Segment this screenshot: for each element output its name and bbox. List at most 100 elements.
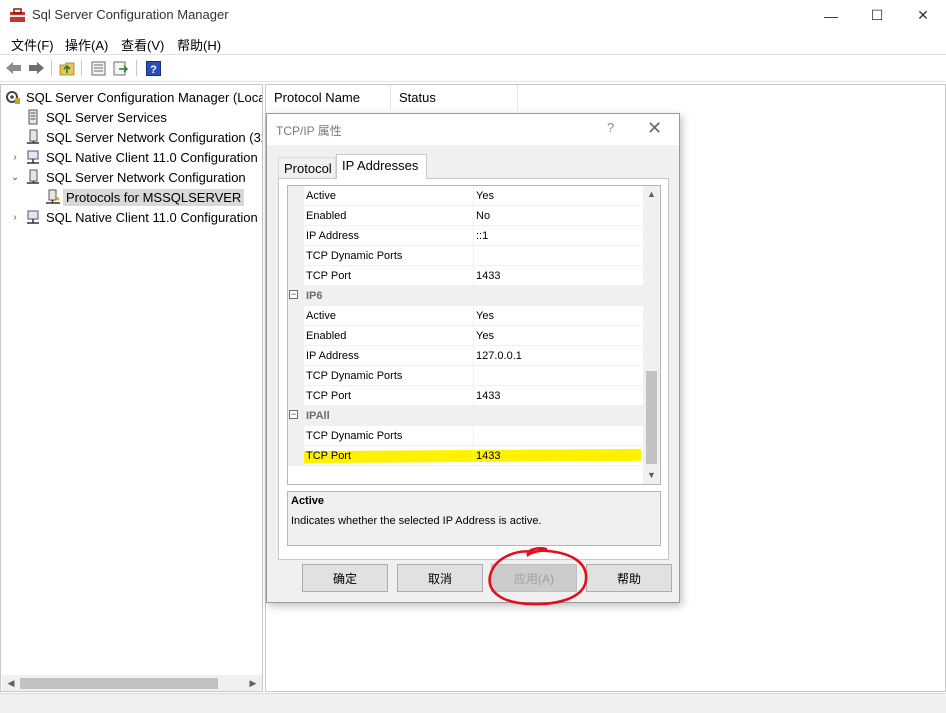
dialog-help-icon[interactable]: ?: [607, 120, 614, 135]
property-value[interactable]: Yes: [474, 186, 644, 206]
ip-addresses-panel: Active Yes Enabled No IP Address::1 TCP Dynam…: [278, 178, 669, 560]
scroll-up-icon[interactable]: ▲: [645, 187, 658, 201]
property-name: TCP Dynamic Ports: [304, 246, 474, 266]
property-value[interactable]: [474, 246, 644, 266]
maximize-button[interactable]: ☐: [854, 0, 900, 31]
ok-button[interactable]: 确定: [302, 564, 388, 592]
toolbar-separator: [51, 60, 52, 76]
help-icon[interactable]: ?: [144, 59, 162, 77]
property-category[interactable]: − IP6: [288, 286, 644, 306]
property-row[interactable]: Active Yes: [288, 306, 644, 326]
property-category[interactable]: − IPAll: [288, 406, 644, 426]
property-grid-scrollbar[interactable]: ▲ ▼: [643, 186, 660, 484]
property-name: TCP Dynamic Ports: [304, 426, 474, 446]
property-value[interactable]: Yes: [474, 326, 644, 346]
property-grid[interactable]: Active Yes Enabled No IP Address::1 TCP Dynam…: [287, 185, 661, 485]
property-value[interactable]: [474, 426, 644, 446]
tree-item-services[interactable]: SQL Server Services: [25, 107, 167, 127]
tree-item-native-client-1[interactable]: › SQL Native Client 11.0 Configuration: [9, 147, 257, 167]
row-gutter: [288, 446, 304, 466]
scroll-left-icon[interactable]: ◀: [4, 676, 18, 691]
property-value[interactable]: ::1: [474, 226, 644, 246]
up-folder-icon[interactable]: [58, 59, 76, 77]
column-header-status[interactable]: Status: [391, 85, 518, 110]
menu-file[interactable]: 文件(F): [11, 35, 54, 54]
property-name: TCP Port: [304, 446, 474, 466]
property-row[interactable]: TCP Port 1433: [288, 446, 644, 466]
chevron-down-icon[interactable]: ⌄: [9, 171, 21, 183]
menu-view[interactable]: 查看(V): [121, 35, 164, 54]
row-gutter: [288, 226, 304, 246]
client-computer-icon: [27, 210, 39, 224]
tree-item-network-config[interactable]: ⌄ SQL Server Network Configuration: [9, 167, 246, 187]
property-row[interactable]: TCP Dynamic Ports: [288, 246, 644, 266]
property-value[interactable]: 1433: [474, 446, 644, 466]
menu-bar: 文件(F) 操作(A) 查看(V) 帮助(H): [0, 31, 946, 54]
dialog-title-bar: TCP/IP 属性 ? ✕: [267, 114, 679, 145]
tree-item-protocols-mssqlserver[interactable]: Protocols for MSSQLSERVER: [45, 187, 245, 207]
property-row[interactable]: Active Yes: [288, 186, 644, 206]
dialog-close-icon[interactable]: ✕: [647, 118, 662, 139]
scrollbar-thumb[interactable]: [20, 678, 218, 689]
property-row[interactable]: TCP Port 1433: [288, 386, 644, 406]
tree-item-native-client-2[interactable]: › SQL Native Client 11.0 Configuration: [9, 207, 257, 227]
config-manager-icon: [6, 91, 20, 104]
collapse-icon[interactable]: −: [289, 410, 298, 419]
property-value[interactable]: [474, 366, 644, 386]
close-button[interactable]: ✕: [900, 0, 946, 31]
property-value[interactable]: Yes: [474, 306, 644, 326]
property-row[interactable]: TCP Dynamic Ports: [288, 366, 644, 386]
apply-button[interactable]: 应用(A): [491, 564, 577, 592]
category-name: IP6: [306, 290, 323, 302]
forward-arrow-icon[interactable]: [27, 59, 45, 77]
menu-help[interactable]: 帮助(H): [177, 35, 221, 54]
property-row[interactable]: TCP Port 1433: [288, 266, 644, 286]
export-list-icon[interactable]: [112, 59, 130, 77]
property-row[interactable]: Enabled No: [288, 206, 644, 226]
window-title: Sql Server Configuration Manager: [32, 7, 229, 22]
row-gutter: [288, 206, 304, 226]
collapse-icon[interactable]: −: [289, 290, 298, 299]
console-tree[interactable]: SQL Server Configuration Manager (Local)…: [0, 84, 263, 692]
tab-ip-addresses[interactable]: IP Addresses: [336, 154, 427, 179]
property-row[interactable]: IP Address::1: [288, 226, 644, 246]
help-button[interactable]: 帮助: [586, 564, 672, 592]
toolbar-separator: [81, 60, 82, 76]
property-row[interactable]: IP Address 127.0.0.1: [288, 346, 644, 366]
back-arrow-icon[interactable]: [5, 59, 23, 77]
row-gutter: [288, 366, 304, 386]
scrollbar-thumb[interactable]: [646, 371, 657, 464]
tree-item-network-config-32bit[interactable]: SQL Server Network Configuration (32bit): [25, 127, 262, 147]
category-name: IPAll: [306, 410, 330, 422]
protocols-icon: [46, 189, 60, 204]
property-name: TCP Port: [304, 386, 474, 406]
property-value[interactable]: 1433: [474, 266, 644, 286]
properties-icon[interactable]: [89, 59, 107, 77]
property-row[interactable]: Enabled Yes: [288, 326, 644, 346]
property-name: TCP Port: [304, 266, 474, 286]
property-value[interactable]: No: [474, 206, 644, 226]
property-value[interactable]: 127.0.0.1: [474, 346, 644, 366]
row-gutter: [288, 326, 304, 346]
property-description-box: Active Indicates whether the selected IP…: [287, 491, 661, 546]
tree-item-root[interactable]: SQL Server Configuration Manager (Local): [5, 87, 262, 107]
cancel-button[interactable]: 取消: [397, 564, 483, 592]
property-value[interactable]: 1433: [474, 386, 644, 406]
network-server-icon: [27, 129, 39, 144]
toolbar-separator: [136, 60, 137, 76]
column-header-protocol-name[interactable]: Protocol Name: [266, 85, 391, 110]
minimize-button[interactable]: —: [808, 0, 854, 31]
category-fill: [474, 286, 644, 306]
row-gutter: [288, 246, 304, 266]
server-icon: [28, 109, 38, 125]
scroll-down-icon[interactable]: ▼: [645, 468, 658, 482]
property-row[interactable]: TCP Dynamic Ports: [288, 426, 644, 446]
tab-protocol[interactable]: Protocol: [278, 157, 336, 179]
row-gutter: [288, 386, 304, 406]
scroll-right-icon[interactable]: ▶: [246, 676, 260, 691]
menu-action[interactable]: 操作(A): [65, 35, 108, 54]
chevron-right-icon[interactable]: ›: [9, 211, 21, 223]
chevron-right-icon[interactable]: ›: [9, 151, 21, 163]
property-name: Enabled: [304, 326, 474, 346]
tree-horizontal-scrollbar[interactable]: ◀ ▶: [2, 675, 262, 691]
